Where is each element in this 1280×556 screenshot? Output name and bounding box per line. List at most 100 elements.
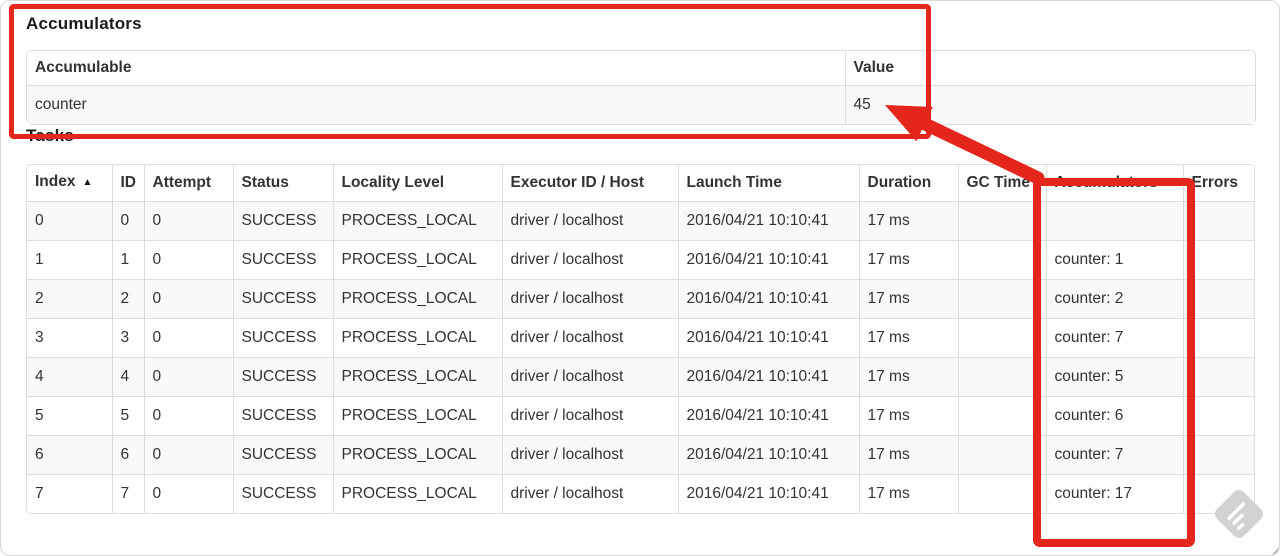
cell-attempt: 0 (143, 318, 233, 358)
cell-status: SUCCESS (232, 396, 333, 436)
column-header-gc-time[interactable]: GC Time (957, 165, 1046, 202)
cell-launch-time: 2016/04/21 10:10:41 (677, 201, 859, 241)
cell-status: SUCCESS (232, 240, 333, 280)
cell-attempt: 0 (143, 435, 233, 475)
cell-gc-time (957, 201, 1046, 241)
cell-launch-time: 2016/04/21 10:10:41 (677, 396, 859, 436)
column-header-id[interactable]: ID (111, 165, 144, 202)
table-row: counter 45 (27, 85, 1255, 124)
cell-executor-id-host: driver / localhost (501, 474, 678, 513)
table-row: 3 3 0 SUCCESS PROCESS_LOCAL driver / localhos… (27, 318, 1254, 358)
cell-launch-time: 2016/04/21 10:10:41 (677, 474, 859, 513)
cell-accumulators: counter: 5 (1045, 357, 1183, 397)
cell-index: 0 (35, 212, 44, 229)
column-header-accumulators[interactable]: Accumulators (1045, 165, 1183, 202)
cell-locality-level: PROCESS_LOCAL (332, 474, 502, 513)
cell-errors (1182, 240, 1254, 280)
cell-launch-time: 2016/04/21 10:10:41 (677, 279, 859, 319)
tasks-table: Index ▲ ID Attempt Status Locality Level Execu… (27, 165, 1254, 513)
tasks-header-row: Index ▲ ID Attempt Status Locality Level Execu… (27, 165, 1254, 202)
cell-locality-level: PROCESS_LOCAL (332, 357, 502, 397)
cell-errors (1182, 435, 1254, 475)
cell-attempt: 0 (143, 240, 233, 280)
column-header-errors[interactable]: Errors (1182, 165, 1254, 202)
cell-errors (1182, 357, 1254, 397)
spark-stage-detail-page: Accumulators Accumulable Value counter 45 … (0, 0, 1280, 556)
page-content: Accumulators Accumulable Value counter 45 … (1, 1, 1279, 514)
table-row: 7 7 0 SUCCESS PROCESS_LOCAL driver / localhos… (27, 474, 1254, 513)
column-header-status[interactable]: Status (232, 165, 333, 202)
cell-launch-time: 2016/04/21 10:10:41 (677, 318, 859, 358)
cell-id: 1 (111, 240, 144, 280)
cell-executor-id-host: driver / localhost (501, 279, 678, 319)
cell-accumulators: counter: 2 (1045, 279, 1183, 319)
cell-attempt: 0 (143, 474, 233, 513)
cell-duration: 17 ms (858, 201, 958, 241)
cell-launch-time: 2016/04/21 10:10:41 (677, 240, 859, 280)
cell-status: SUCCESS (232, 357, 333, 397)
cell-status: SUCCESS (232, 318, 333, 358)
cell-index: 7 (27, 474, 112, 513)
cell-attempt: 0 (143, 396, 233, 436)
cell-index: 1 (27, 240, 112, 280)
table-row: 5 5 0 SUCCESS PROCESS_LOCAL driver / localhos… (27, 396, 1254, 436)
cell-locality-level: PROCESS_LOCAL (332, 201, 502, 241)
cell-id: 5 (111, 396, 144, 436)
tasks-heading: Tasks (26, 126, 74, 145)
cell-locality-level: PROCESS_LOCAL (332, 318, 502, 358)
column-header-launch-time[interactable]: Launch Time (677, 165, 859, 202)
cell-index: 3 (27, 318, 112, 358)
cell-errors (1182, 474, 1254, 513)
cell-duration: 17 ms (858, 396, 958, 436)
cell-accumulators: counter: 7 (1045, 318, 1183, 358)
cell-index: 5 (27, 396, 112, 436)
column-header-value[interactable]: Value (844, 51, 1255, 86)
column-header-locality-level[interactable]: Locality Level (332, 165, 502, 202)
cell-accumulators (1045, 201, 1183, 241)
cell-value: 45 (844, 85, 1255, 124)
cell-errors (1182, 318, 1254, 358)
cell-id: 4 (111, 357, 144, 397)
column-header-duration[interactable]: Duration (858, 165, 958, 202)
cell-executor-id-host: driver / localhost (501, 357, 678, 397)
cell-id: 3 (111, 318, 144, 358)
cell-accumulators: counter: 7 (1045, 435, 1183, 475)
column-header-index[interactable]: Index ▲ (27, 165, 112, 202)
accumulators-heading: Accumulators (26, 14, 142, 33)
cell-locality-level: PROCESS_LOCAL (332, 279, 502, 319)
cell-executor-id-host: driver / localhost (501, 240, 678, 280)
table-row: 2 2 0 SUCCESS PROCESS_LOCAL driver / localhos… (27, 279, 1254, 319)
cell-id: 7 (111, 474, 144, 513)
cell-id: 2 (111, 279, 144, 319)
cell-status: SUCCESS (232, 474, 333, 513)
accumulators-table-wrap: Accumulable Value counter 45 (26, 50, 1256, 125)
accumulators-table: Accumulable Value counter 45 (27, 51, 1255, 124)
cell-executor-id-host: driver / localhost (501, 318, 678, 358)
cell-gc-time (957, 240, 1046, 280)
cell-index: 6 (27, 435, 112, 475)
cell-duration: 17 ms (858, 474, 958, 513)
cell-launch-time: 2016/04/21 10:10:41 (677, 435, 859, 475)
column-header-executor-id-host[interactable]: Executor ID / Host (501, 165, 678, 202)
column-header-attempt[interactable]: Attempt (143, 165, 233, 202)
cell-attempt: 0 (143, 357, 233, 397)
table-row: 0 0 0 SUCCESS PROCESS_LOCAL driver / localhos… (27, 201, 1254, 241)
cell-gc-time (957, 396, 1046, 436)
cell-locality-level: PROCESS_LOCAL (332, 396, 502, 436)
table-row: 1 1 0 SUCCESS PROCESS_LOCAL driver / localhos… (27, 240, 1254, 280)
cell-executor-id-host: driver / localhost (501, 201, 678, 241)
cell-gc-time (957, 435, 1046, 475)
cell-duration: 17 ms (858, 240, 958, 280)
column-header-accumulable[interactable]: Accumulable (27, 51, 845, 86)
cell-errors (1182, 396, 1254, 436)
cell-duration: 17 ms (858, 279, 958, 319)
cell-locality-level: PROCESS_LOCAL (332, 435, 502, 475)
cell-id: 6 (111, 435, 144, 475)
cell-locality-level: PROCESS_LOCAL (332, 240, 502, 280)
accumulators-table-body: counter 45 (27, 85, 1255, 124)
cell-duration: 17 ms (858, 357, 958, 397)
tasks-table-wrap: Index ▲ ID Attempt Status Locality Level Execu… (26, 164, 1255, 514)
cell-errors (1182, 201, 1254, 241)
table-row: 4 4 0 SUCCESS PROCESS_LOCAL driver / localhos… (27, 357, 1254, 397)
cell-accumulable: counter (35, 96, 87, 113)
